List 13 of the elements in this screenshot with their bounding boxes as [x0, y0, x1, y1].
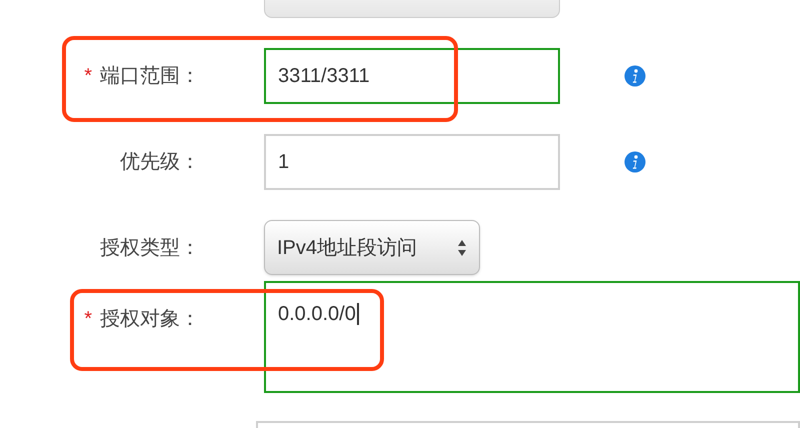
field-label: 授权对象：: [100, 307, 200, 332]
dropdown-select[interactable]: IPv4地址段访问: [264, 220, 480, 275]
field-label: 端口范围：: [100, 64, 200, 89]
text-field[interactable]: 1: [264, 134, 560, 190]
text-field[interactable]: 3311/3311: [264, 48, 560, 104]
up-down-arrows-icon: [457, 238, 467, 256]
text-area[interactable]: 0.0.0.0/0: [264, 281, 800, 393]
field-label: 授权类型：: [100, 236, 200, 261]
field-label: 优先级：: [120, 150, 200, 175]
required-asterisk: *: [84, 307, 92, 332]
required-asterisk: *: [84, 64, 92, 89]
info-icon[interactable]: [624, 65, 646, 87]
info-icon[interactable]: [624, 151, 646, 173]
